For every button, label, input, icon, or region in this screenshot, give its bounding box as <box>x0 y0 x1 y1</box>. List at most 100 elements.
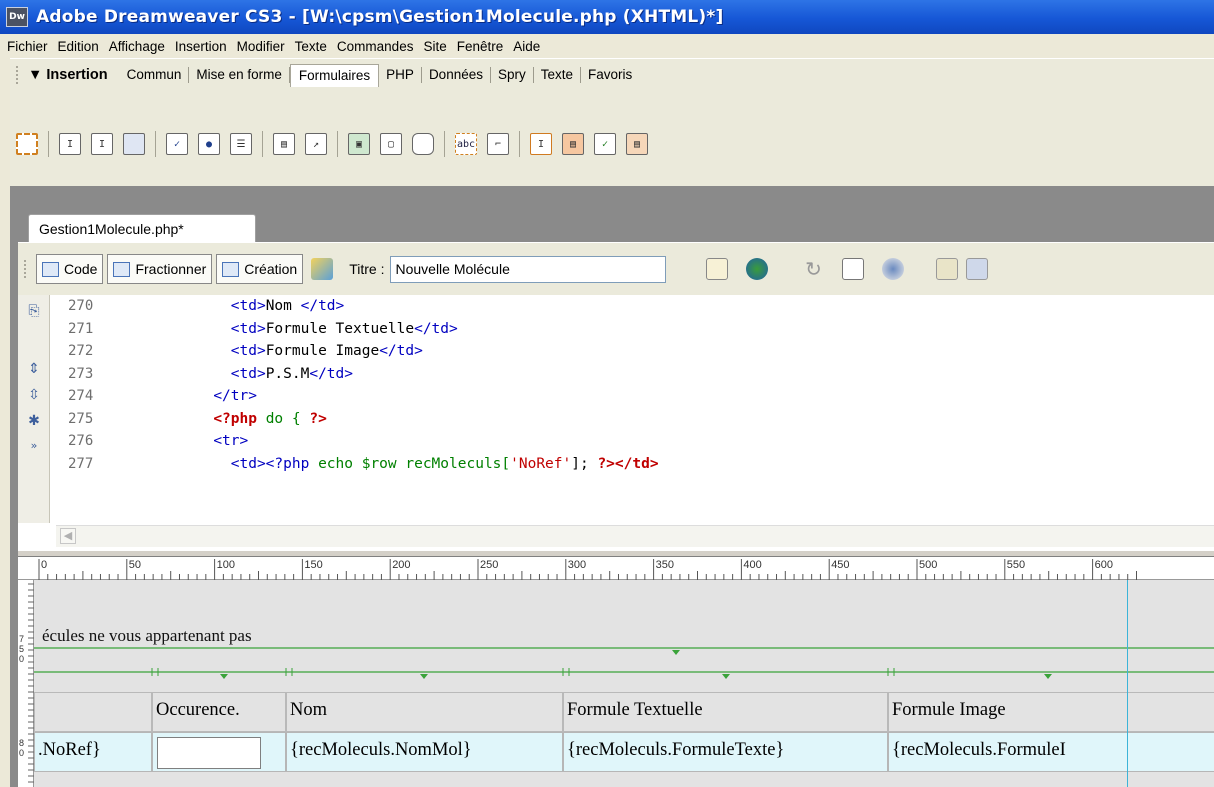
radio-button-icon[interactable]: ● <box>198 133 220 155</box>
page-title-label: Titre : <box>349 261 385 277</box>
tab-spry[interactable]: Spry <box>491 67 534 83</box>
design-view-button[interactable]: Création <box>216 254 304 284</box>
file-management-icon[interactable] <box>706 258 729 280</box>
table-cell[interactable]: {recMoleculs.FormuleI <box>888 732 1214 772</box>
code-view-icon <box>42 261 59 277</box>
validate-markup-icon[interactable] <box>936 258 959 280</box>
spry-checkbox-icon[interactable]: ✓ <box>594 133 616 155</box>
view-options-icon[interactable] <box>842 258 865 280</box>
form-icon[interactable] <box>16 133 38 155</box>
tab-texte[interactable]: Texte <box>534 67 582 83</box>
table-header-cell[interactable] <box>34 692 152 732</box>
menu-bar: Fichier Edition Affichage Insertion Modi… <box>0 34 1214 58</box>
vruler-label: 7 <box>19 634 24 644</box>
title-bar: Dw Adobe Dreamweaver CS3 - [W:\cpsm\Gest… <box>0 0 1214 34</box>
toolbar-grip-icon[interactable] <box>24 260 30 278</box>
file-field-icon[interactable]: ▢ <box>380 133 402 155</box>
textarea-icon[interactable] <box>123 133 145 155</box>
dreamweaver-logo-icon: Dw <box>6 7 28 27</box>
guide-line[interactable] <box>1127 580 1128 787</box>
coding-toolbar: ⎘ ⇕ ⇳ ✱ » <box>18 295 50 523</box>
tab-php[interactable]: PHP <box>379 67 422 83</box>
image-field-icon[interactable]: ▣ <box>348 133 370 155</box>
form-icon-row: I I ✓ ● ☰ ▤ ↗ ▣ ▢ abc ⌐ I ▤ ✓ ▤ <box>16 131 658 157</box>
jump-menu-icon[interactable]: ↗ <box>305 133 327 155</box>
collapse-full-tag-icon[interactable]: ⇕ <box>25 361 43 379</box>
vruler-label: 0 <box>19 654 24 664</box>
code-line: <?php do { ?> <box>213 410 327 427</box>
tab-donnees[interactable]: Données <box>422 67 491 83</box>
menu-fichier[interactable]: Fichier <box>2 39 53 54</box>
expand-all-icon[interactable]: ✱ <box>25 413 43 431</box>
split-view-icon <box>113 261 131 277</box>
ruler-tick-label: 150 <box>304 559 322 571</box>
code-line: <td>P.S.M</td> <box>230 365 353 382</box>
list-menu-icon[interactable]: ▤ <box>273 133 295 155</box>
label-icon[interactable]: abc <box>455 133 477 155</box>
line-number: 275 <box>68 410 94 427</box>
code-view-button[interactable]: Code <box>36 254 104 284</box>
table-header-cell[interactable]: Occurence. <box>152 692 286 732</box>
preview-browser-icon[interactable] <box>746 258 769 280</box>
refresh-icon[interactable]: ↻ <box>802 258 824 280</box>
line-number: 270 <box>68 298 94 314</box>
menu-texte[interactable]: Texte <box>290 39 332 54</box>
code-view[interactable]: ⎘ ⇕ ⇳ ✱ » 270 271 272 273 274 275 276 27… <box>18 295 1214 550</box>
panel-grip-icon[interactable] <box>16 66 22 84</box>
vertical-ruler-ticks: 75080 <box>19 583 34 783</box>
document-tab[interactable]: Gestion1Molecule.php* <box>28 214 256 242</box>
menu-aide[interactable]: Aide <box>508 39 545 54</box>
tab-formulaires[interactable]: Formulaires <box>289 63 380 87</box>
page-title-input[interactable] <box>390 255 667 283</box>
code-line: </tr> <box>213 388 257 404</box>
menu-affichage[interactable]: Affichage <box>104 39 170 54</box>
menu-modifier[interactable]: Modifier <box>232 39 290 54</box>
table-cell[interactable]: {recMoleculs.FormuleTexte} <box>563 732 888 772</box>
fieldset-icon[interactable]: ⌐ <box>487 133 509 155</box>
tab-commun[interactable]: Commun <box>120 67 190 83</box>
menu-fenetre[interactable]: Fenêtre <box>452 39 509 54</box>
vruler-label: 0 <box>19 748 24 758</box>
code-editor[interactable]: <td>Nom </td> <td>Formule Textuelle</td>… <box>126 295 1214 475</box>
vruler-label: 8 <box>19 738 24 748</box>
radio-group-icon[interactable]: ☰ <box>230 133 252 155</box>
spry-textarea-icon[interactable]: ▤ <box>626 133 648 155</box>
ruler-tick-label: 400 <box>743 559 761 571</box>
table-header-cell[interactable]: Nom <box>286 692 563 732</box>
occurence-text-field[interactable] <box>157 737 261 769</box>
table-header-cell[interactable]: Formule Textuelle <box>563 692 888 732</box>
browser-check-icon[interactable] <box>966 258 989 280</box>
table-cell[interactable]: .NoRef} <box>34 732 152 772</box>
collapse-selection-icon[interactable]: ⇳ <box>25 387 43 405</box>
menu-commandes[interactable]: Commandes <box>332 39 419 54</box>
scroll-left-icon[interactable]: ◀ <box>60 528 76 544</box>
insert-panel-title[interactable]: ▼ Insertion <box>28 67 108 83</box>
split-divider[interactable] <box>18 550 1214 557</box>
spry-select-icon[interactable]: ▤ <box>562 133 584 155</box>
visual-aids-icon[interactable] <box>882 258 905 280</box>
code-horizontal-scrollbar[interactable]: ◀ <box>56 525 1214 547</box>
hidden-field-icon[interactable]: I <box>91 133 113 155</box>
split-view-button[interactable]: Fractionner <box>107 254 213 284</box>
menu-edition[interactable]: Edition <box>53 39 104 54</box>
menu-site[interactable]: Site <box>418 39 451 54</box>
text-field-icon[interactable]: I <box>59 133 81 155</box>
open-documents-icon[interactable]: ⎘ <box>25 303 43 321</box>
checkbox-icon[interactable]: ✓ <box>166 133 188 155</box>
tab-mise-en-forme[interactable]: Mise en forme <box>189 67 290 83</box>
table-header-cell[interactable]: Formule Image <box>888 692 1214 732</box>
menu-insertion[interactable]: Insertion <box>170 39 232 54</box>
spry-text-field-icon[interactable]: I <box>530 133 552 155</box>
ruler-tick-label: 250 <box>480 559 498 571</box>
design-view[interactable]: écules ne vous appartenant pas Occurence… <box>34 580 1214 787</box>
line-number: 272 <box>68 343 94 359</box>
ruler-ticks: 0 50 100 150 200 250 300 350 400 450 500 550 600 <box>38 559 1137 580</box>
table-cell[interactable] <box>152 732 286 772</box>
ruler-tick-label: 550 <box>1007 559 1025 571</box>
more-tools-icon[interactable]: » <box>25 439 43 457</box>
table-cell[interactable]: {recMoleculs.NomMol} <box>286 732 563 772</box>
tab-favoris[interactable]: Favoris <box>581 67 639 83</box>
toolbar-separator <box>444 131 445 157</box>
button-icon[interactable] <box>412 133 434 155</box>
live-data-icon[interactable] <box>311 258 334 280</box>
